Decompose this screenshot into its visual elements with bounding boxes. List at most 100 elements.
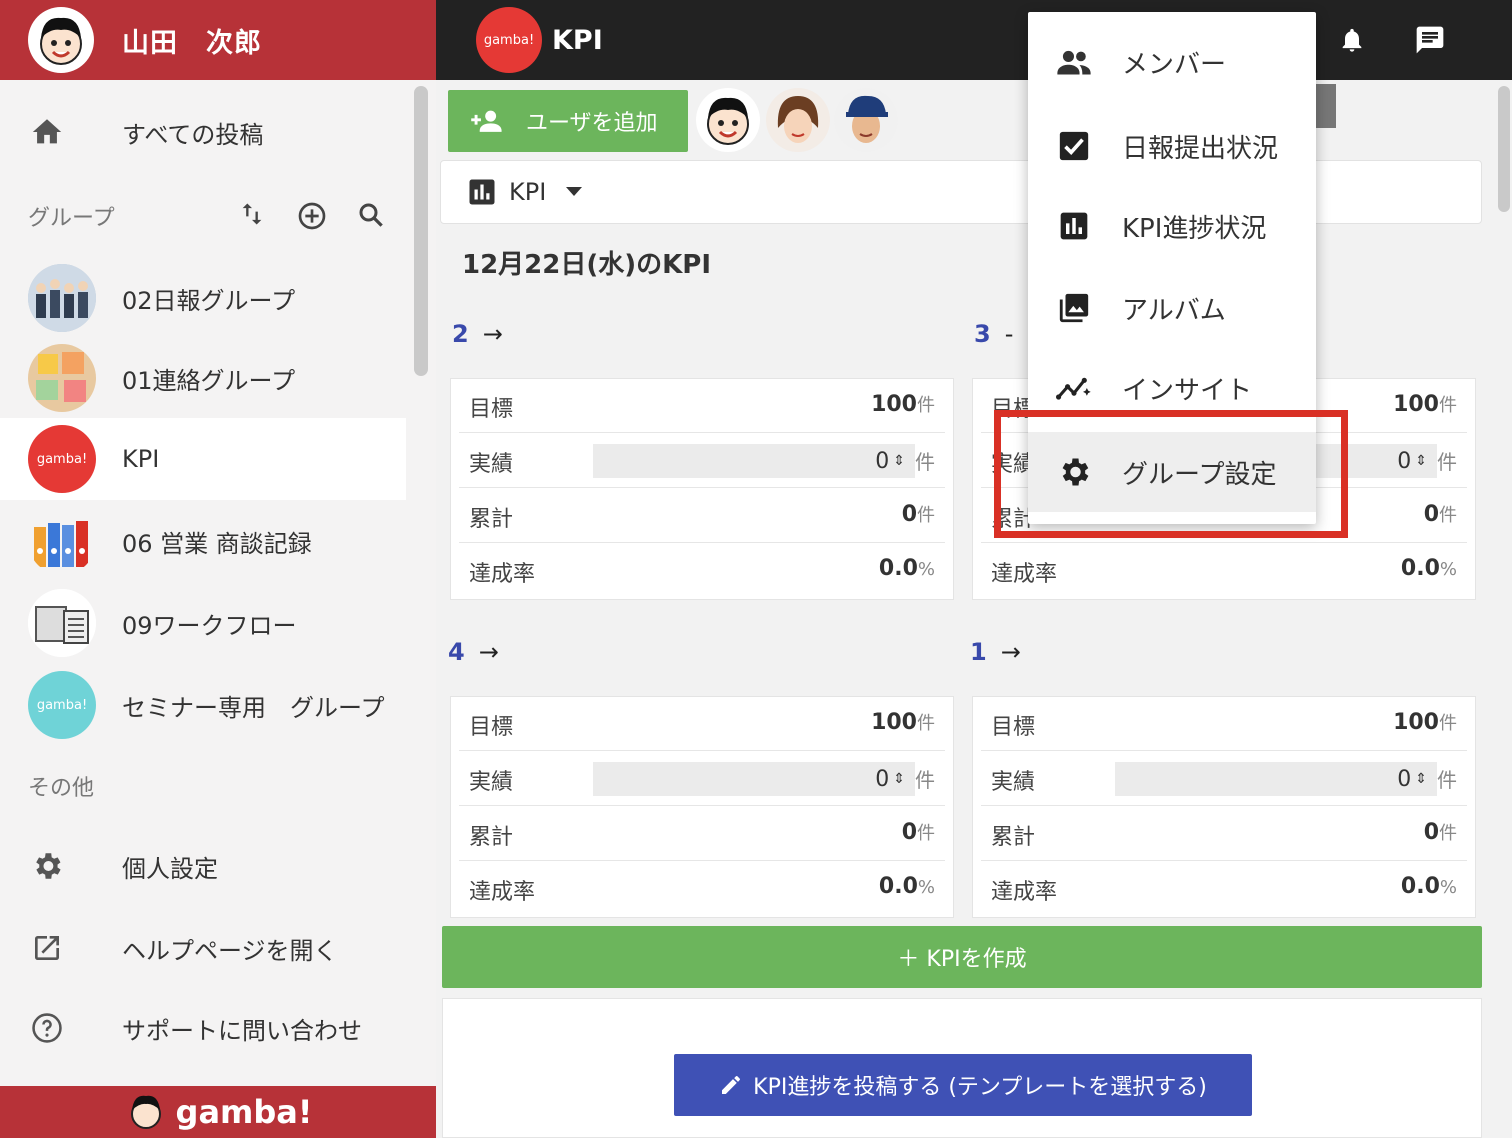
- sidebar: すべての投稿 グループ 02日報グループ 01連絡グループ gamba! KPI…: [0, 80, 436, 1086]
- kpi-cumulative-value: 0件: [1423, 820, 1457, 845]
- main-scrollbar[interactable]: [1498, 86, 1510, 212]
- kpi-cumulative-label: 累計: [469, 507, 514, 532]
- menu-item-label: 日報提出状況: [1122, 133, 1279, 164]
- sidebar-item-personal-settings[interactable]: 個人設定: [0, 834, 406, 898]
- post-kpi-label: KPI進捗を投稿する (テンプレートを選択する): [753, 1075, 1207, 1100]
- menu-item-label: KPI進捗状況: [1122, 213, 1267, 244]
- sidebar-group-item[interactable]: 09ワークフロー: [0, 582, 406, 664]
- menu-item-report-status[interactable]: 日報提出状況: [1028, 106, 1316, 186]
- people-icon: [1056, 44, 1092, 80]
- kpi-title[interactable]: 1 →: [970, 638, 1021, 666]
- groups-heading: グループ: [28, 206, 115, 231]
- kpi-actual-input[interactable]: 0 ⇕: [593, 762, 915, 796]
- menu-item-label: インサイト: [1122, 375, 1253, 406]
- menu-item-members[interactable]: メンバー: [1028, 22, 1316, 102]
- other-heading: その他: [28, 776, 95, 801]
- kpi-target-value: 100件: [1393, 392, 1457, 417]
- group-avatar: gamba!: [28, 671, 96, 739]
- user-avatar[interactable]: [28, 7, 94, 73]
- kpi-unit: 件: [915, 450, 935, 474]
- kpi-target-value: 100件: [871, 392, 935, 417]
- sidebar-group-item[interactable]: 06 営業 商談記録: [0, 500, 406, 582]
- mascot-icon: [130, 1095, 161, 1129]
- kpi-rate-label: 達成率: [991, 880, 1058, 905]
- kpi-title[interactable]: 3 -: [974, 320, 1013, 348]
- kpi-card: 目標 100件 実績 0 ⇕ 件 累計 0件 達成率 0.0%: [972, 696, 1476, 918]
- group-title: KPI: [552, 24, 603, 56]
- kpi-target-label: 目標: [469, 715, 514, 740]
- kpi-number: 2: [452, 320, 469, 348]
- date-title: 12月22日(水)のKPI: [462, 250, 712, 280]
- kpi-cumulative-value: 0件: [901, 820, 935, 845]
- kpi-unit: 件: [915, 768, 935, 792]
- kpi-rate-value: 0.0%: [878, 874, 935, 899]
- group-avatar: [28, 507, 96, 575]
- sidebar-group-item[interactable]: 01連絡グループ: [0, 338, 406, 418]
- sidebar-scrollbar[interactable]: [414, 86, 428, 376]
- post-kpi-button[interactable]: KPI進捗を投稿する (テンプレートを選択する): [674, 1054, 1252, 1116]
- arrow-right-icon: →: [478, 638, 499, 666]
- menu-item-kpi-progress[interactable]: KPI進捗状況: [1028, 186, 1316, 266]
- kpi-rate-value: 0.0%: [878, 556, 935, 581]
- sidebar-group-label: KPI: [122, 445, 160, 473]
- member-avatar[interactable]: [766, 88, 830, 152]
- open-external-icon: [28, 929, 66, 967]
- group-logo: gamba!: [476, 7, 542, 73]
- kpi-title[interactable]: 2 →: [452, 320, 503, 348]
- search-icon[interactable]: [356, 200, 386, 234]
- kpi-actual-input[interactable]: 0 ⇕: [1115, 762, 1437, 796]
- kpi-rate-value: 0.0%: [1400, 556, 1457, 581]
- sidebar-item-label: すべての投稿: [122, 120, 264, 149]
- insights-icon: [1056, 370, 1092, 406]
- add-user-label: ユーザを追加: [526, 111, 658, 136]
- sidebar-group-label: セミナー専用 グループ: [122, 693, 385, 722]
- kpi-actual-label: 実績: [469, 452, 514, 477]
- add-user-button[interactable]: ユーザを追加: [448, 90, 688, 152]
- create-kpi-button[interactable]: ＋ KPIを作成: [442, 926, 1482, 988]
- chat-icon[interactable]: [1412, 22, 1448, 58]
- kpi-unit: 件: [1437, 768, 1457, 792]
- sidebar-group-item[interactable]: gamba! セミナー専用 グループ: [0, 664, 406, 746]
- home-icon: [28, 113, 66, 151]
- user-bar: 山田 次郎: [0, 0, 436, 80]
- sidebar-item-label: 個人設定: [122, 854, 218, 883]
- group-avatar: [28, 589, 96, 657]
- kpi-rate-label: 達成率: [469, 562, 536, 587]
- main-content: ユーザを追加 KPI 12月22日(水)のKPI 2 → 目標 100件 実績 0 ⇕…: [436, 80, 1512, 1138]
- sort-icon[interactable]: [238, 200, 266, 232]
- kpi-target-value: 100件: [1393, 710, 1457, 735]
- group-avatar: gamba!: [28, 425, 96, 493]
- menu-item-album[interactable]: アルバム: [1028, 268, 1316, 348]
- bar-chart-icon: [467, 177, 497, 207]
- kpi-selector[interactable]: KPI: [440, 160, 1482, 224]
- photo-library-icon: [1056, 290, 1092, 326]
- group-avatar: [28, 344, 96, 412]
- kpi-target-value: 100件: [871, 710, 935, 735]
- kpi-rate-label: 達成率: [991, 562, 1058, 587]
- sidebar-group-label: 09ワークフロー: [122, 611, 297, 640]
- member-avatar[interactable]: [696, 88, 760, 152]
- sidebar-item-support[interactable]: サポートに問い合わせ: [0, 996, 406, 1060]
- arrow-right-icon: →: [482, 320, 503, 348]
- kpi-number: 1: [970, 638, 987, 666]
- kpi-title[interactable]: 4 →: [448, 638, 499, 666]
- menu-item-label: メンバー: [1122, 49, 1227, 80]
- kpi-target-label: 目標: [469, 397, 514, 422]
- sidebar-item-help[interactable]: ヘルプページを開く: [0, 916, 406, 980]
- sidebar-group-item[interactable]: 02日報グループ: [0, 258, 406, 338]
- member-avatar[interactable]: [834, 88, 898, 152]
- add-person-icon: [470, 106, 504, 136]
- add-group-icon[interactable]: [296, 200, 328, 236]
- kpi-actual-input[interactable]: 0 ⇕: [593, 444, 915, 478]
- menu-item-label: アルバム: [1122, 295, 1226, 326]
- sidebar-item-all-posts[interactable]: すべての投稿: [0, 100, 406, 164]
- kpi-cumulative-label: 累計: [469, 825, 514, 850]
- caret-down-icon: [566, 187, 583, 197]
- kpi-cumulative-label: 累計: [991, 825, 1036, 850]
- bar-chart-icon: [1056, 208, 1092, 244]
- bell-icon[interactable]: [1334, 22, 1370, 58]
- pencil-icon: [719, 1073, 743, 1097]
- kpi-cumulative-value: 0件: [901, 502, 935, 527]
- sidebar-group-item-active[interactable]: gamba! KPI: [0, 418, 406, 500]
- checkbox-icon: [1056, 128, 1092, 164]
